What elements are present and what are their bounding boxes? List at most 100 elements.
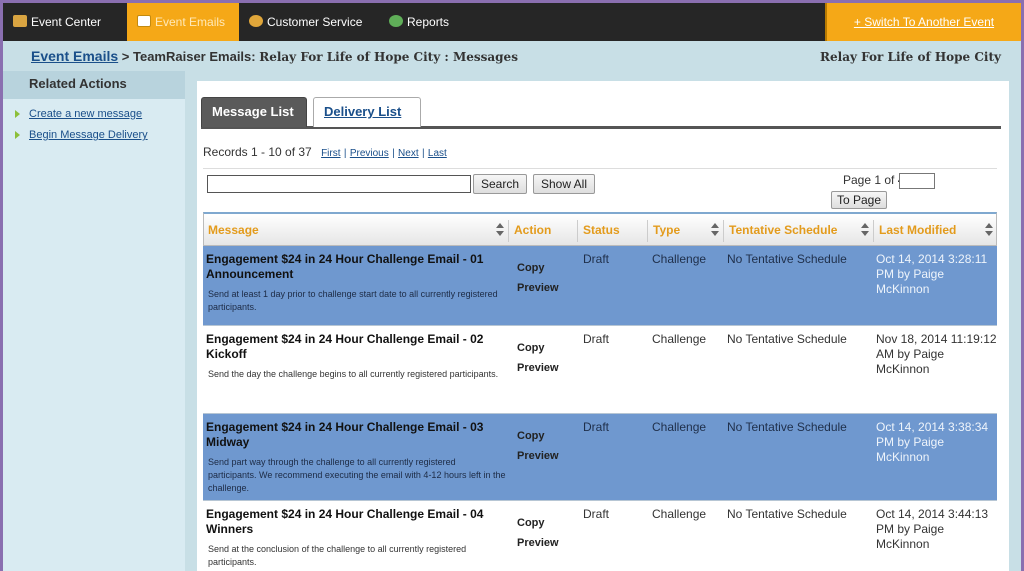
pager-last-link[interactable]: Last (428, 148, 447, 159)
switch-event-link[interactable]: + Switch To Another Event (825, 3, 1021, 41)
house-icon (13, 15, 27, 27)
column-header-label: Message (208, 223, 259, 237)
records-summary: Records 1 - 10 of 37 First | Previous | … (203, 145, 447, 159)
page-number-input[interactable] (899, 173, 935, 189)
nav-event-emails[interactable]: Event Emails (127, 3, 239, 41)
nav-label: Event Center (31, 15, 102, 29)
table-header: Message Action Status Type Tentative Sch… (203, 212, 997, 246)
breadcrumb-section: TeamRaiser Emails: (133, 49, 256, 64)
last-modified-cell: Oct 14, 2014 3:38:34 PM by Paige McKinno… (876, 420, 989, 464)
message-title: Engagement $24 in 24 Hour Challenge Emai… (206, 252, 484, 281)
message-cell: Engagement $24 in 24 Hour Challenge Emai… (206, 420, 506, 495)
message-description: Send the day the challenge begins to all… (208, 369, 499, 379)
search-button[interactable]: Search (473, 174, 527, 194)
tab-message-list[interactable]: Message List (201, 97, 307, 127)
sort-icon[interactable] (496, 223, 504, 237)
top-nav: Event Center Event Emails Customer Servi… (3, 3, 1021, 41)
tab-bar: Message List Delivery List (201, 97, 1001, 129)
status-cell: Draft (583, 332, 610, 346)
show-all-button[interactable]: Show All (533, 174, 595, 194)
status-cell: Draft (583, 252, 610, 266)
sidebar-item-begin-delivery[interactable]: Begin Message Delivery (3, 129, 185, 141)
message-title: Engagement $24 in 24 Hour Challenge Emai… (206, 332, 484, 361)
column-divider (723, 220, 724, 242)
breadcrumb: Event Emails > TeamRaiser Emails: Relay … (3, 41, 1021, 71)
column-header-label: Type (653, 223, 681, 237)
status-cell: Draft (583, 420, 610, 434)
message-description: Send at the conclusion of the challenge … (208, 544, 467, 567)
sidebar-item-label: Begin Message Delivery (29, 129, 148, 141)
column-header-type[interactable]: Type (649, 214, 723, 246)
pager-next-link[interactable]: Next (398, 148, 419, 159)
copy-link[interactable]: Copy (517, 426, 577, 446)
tab-delivery-list[interactable]: Delivery List (313, 97, 421, 127)
sidebar: Related Actions Create a new message Beg… (3, 71, 185, 571)
message-description: Send at least 1 day prior to challenge s… (208, 289, 498, 312)
nav-reports[interactable]: Reports (379, 3, 479, 41)
copy-link[interactable]: Copy (517, 513, 577, 533)
schedule-cell: No Tentative Schedule (727, 332, 847, 346)
copy-link[interactable]: Copy (517, 338, 577, 358)
envelope-icon (137, 15, 151, 27)
search-input[interactable] (207, 175, 471, 193)
page-indicator: Page 1 of 4 (843, 173, 905, 187)
nav-label: Reports (407, 15, 450, 29)
sort-icon[interactable] (861, 223, 869, 237)
message-cell: Engagement $24 in 24 Hour Challenge Emai… (206, 507, 506, 569)
breadcrumb-trail: Event Emails > TeamRaiser Emails: Relay … (31, 48, 518, 64)
nav-event-center[interactable]: Event Center (3, 3, 127, 41)
column-header-label: Action (514, 223, 552, 237)
search-row: Search Show All Page 1 of 4 To Page (203, 168, 997, 212)
sidebar-item-label: Create a new message (29, 108, 143, 120)
sidebar-item-create-message[interactable]: Create a new message (3, 108, 185, 120)
schedule-cell: No Tentative Schedule (727, 507, 847, 521)
nav-customer-service[interactable]: Customer Service (239, 3, 379, 41)
page-title: Relay For Life of Hope City : Messages (259, 50, 518, 64)
schedule-cell: No Tentative Schedule (727, 420, 847, 434)
type-cell: Challenge (652, 507, 707, 521)
message-title: Engagement $24 in 24 Hour Challenge Emai… (206, 507, 484, 536)
table-row[interactable]: Engagement $24 in 24 Hour Challenge Emai… (203, 501, 997, 571)
chart-icon (389, 15, 403, 27)
pager-previous-link[interactable]: Previous (350, 148, 389, 159)
last-modified-cell: Nov 18, 2014 11:19:12 AM by Paige McKinn… (876, 332, 997, 376)
column-header-label: Status (583, 223, 620, 237)
main-area: Message List Delivery List Records 1 - 1… (185, 71, 1021, 571)
sort-icon[interactable] (985, 223, 993, 237)
column-header-action: Action (510, 214, 576, 246)
column-header-schedule[interactable]: Tentative Schedule (725, 214, 873, 246)
breadcrumb-link-event-emails[interactable]: Event Emails (31, 48, 118, 64)
preview-link[interactable]: Preview (517, 358, 577, 378)
column-header-last-modified[interactable]: Last Modified (875, 214, 997, 246)
nav-label: Customer Service (267, 15, 363, 29)
pager-separator: | (392, 148, 395, 159)
table-row[interactable]: Engagement $24 in 24 Hour Challenge Emai… (203, 326, 997, 414)
event-name: Relay For Life of Hope City (820, 50, 1001, 64)
last-modified-cell: Oct 14, 2014 3:44:13 PM by Paige McKinno… (876, 507, 989, 551)
status-cell: Draft (583, 507, 610, 521)
arrow-icon (15, 131, 20, 139)
to-page-button[interactable]: To Page (831, 191, 887, 209)
arrow-icon (15, 110, 20, 118)
nav-label: Event Emails (155, 15, 226, 29)
action-cell: Copy Preview (517, 258, 577, 298)
preview-link[interactable]: Preview (517, 533, 577, 553)
type-cell: Challenge (652, 420, 707, 434)
messages-table: Message Action Status Type Tentative Sch… (203, 212, 997, 571)
action-cell: Copy Preview (517, 513, 577, 553)
preview-link[interactable]: Preview (517, 278, 577, 298)
table-row[interactable]: Engagement $24 in 24 Hour Challenge Emai… (203, 246, 997, 326)
sidebar-heading: Related Actions (3, 71, 185, 99)
last-modified-cell: Oct 14, 2014 3:28:11 PM by Paige McKinno… (876, 252, 988, 296)
pager-first-link[interactable]: First (321, 148, 340, 159)
sort-icon[interactable] (711, 223, 719, 237)
column-header-status: Status (579, 214, 647, 246)
schedule-cell: No Tentative Schedule (727, 252, 847, 266)
message-title: Engagement $24 in 24 Hour Challenge Emai… (206, 420, 484, 449)
column-header-message[interactable]: Message (204, 214, 508, 246)
column-divider (577, 220, 578, 242)
copy-link[interactable]: Copy (517, 258, 577, 278)
type-cell: Challenge (652, 252, 707, 266)
table-row[interactable]: Engagement $24 in 24 Hour Challenge Emai… (203, 414, 997, 501)
preview-link[interactable]: Preview (517, 446, 577, 466)
